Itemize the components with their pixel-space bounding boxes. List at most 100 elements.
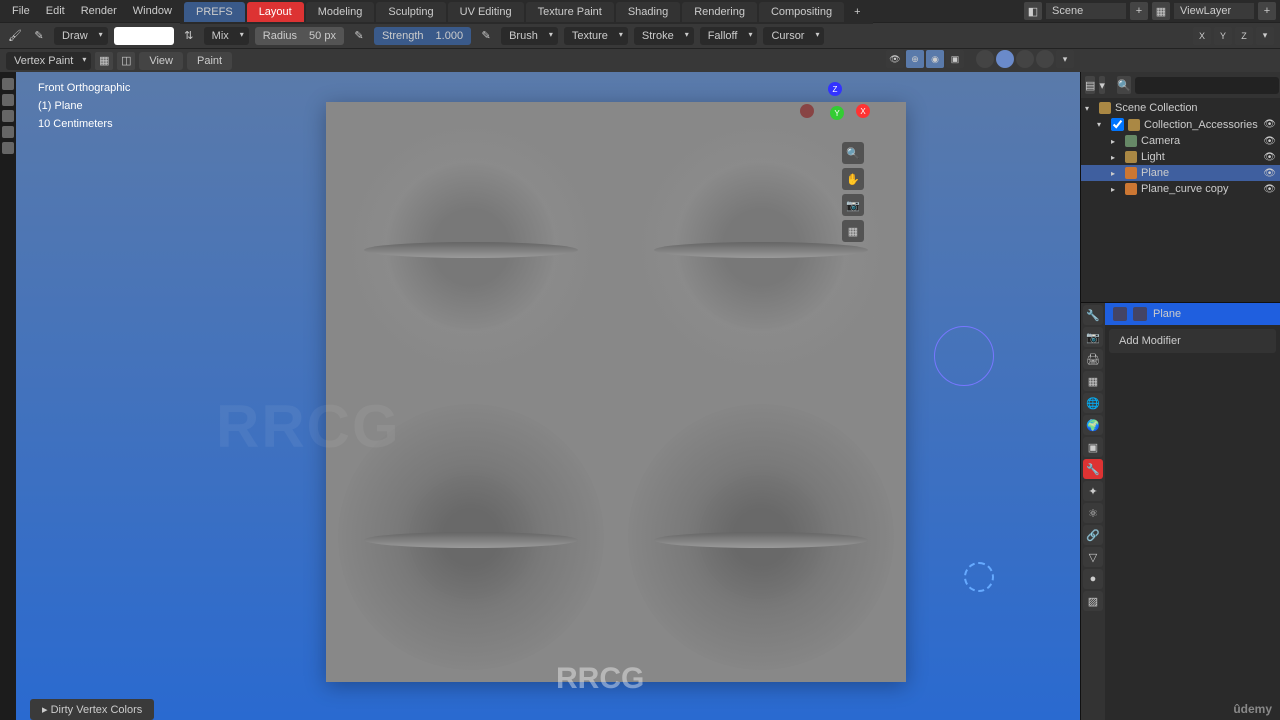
- tool-annotate[interactable]: [2, 142, 14, 154]
- strength-pressure-icon[interactable]: ✎: [477, 27, 495, 45]
- tool-draw[interactable]: [2, 78, 14, 90]
- brush-mode-dropdown[interactable]: Draw: [54, 27, 108, 45]
- toggle-b-icon[interactable]: ◫: [117, 52, 135, 70]
- menu-file[interactable]: File: [4, 2, 38, 20]
- new-viewlayer-button[interactable]: +: [1258, 2, 1276, 20]
- outliner-search-input[interactable]: [1135, 77, 1279, 94]
- mirror-y-toggle[interactable]: Y: [1214, 27, 1232, 45]
- camera-view-icon[interactable]: 📷: [842, 194, 864, 216]
- prop-tab-world[interactable]: 🌍: [1083, 415, 1103, 435]
- add-modifier-button[interactable]: Add Modifier: [1109, 329, 1276, 353]
- shading-solid[interactable]: [996, 50, 1014, 68]
- status-operator[interactable]: Dirty Vertex Colors: [30, 699, 154, 720]
- shading-material[interactable]: [1016, 50, 1034, 68]
- outliner-view-icon[interactable]: ▾: [1099, 76, 1105, 94]
- outliner-plane-curve[interactable]: ▸ Plane_curve copy 👁: [1081, 181, 1280, 197]
- prop-tab-scene[interactable]: 🌐: [1083, 393, 1103, 413]
- disclosure-icon[interactable]: ▸: [1111, 169, 1121, 178]
- disclosure-icon[interactable]: ▸: [1111, 185, 1121, 194]
- tool-smear[interactable]: [2, 126, 14, 138]
- brush-select-icon[interactable]: ✎: [30, 27, 48, 45]
- outliner-scene-collection[interactable]: ▾ Scene Collection: [1081, 100, 1280, 116]
- visibility-toggle-icon[interactable]: 👁: [1263, 136, 1276, 147]
- strength-field[interactable]: Strength 1.000: [374, 27, 471, 45]
- workspace-rendering[interactable]: Rendering: [682, 2, 757, 22]
- color-swatch[interactable]: [114, 27, 174, 45]
- pin-icon[interactable]: [1113, 307, 1127, 321]
- zoom-icon[interactable]: 🔍: [842, 142, 864, 164]
- brush-panel-icon[interactable]: 🖌: [6, 27, 24, 45]
- viewlayer-name-input[interactable]: [1174, 3, 1254, 19]
- disclosure-icon[interactable]: ▾: [1097, 120, 1107, 129]
- disclosure-icon[interactable]: ▾: [1085, 104, 1095, 113]
- shading-options-dropdown[interactable]: ▾: [1056, 50, 1074, 68]
- shading-rendered[interactable]: [1036, 50, 1054, 68]
- xray-toggle[interactable]: ▣: [946, 50, 964, 68]
- viewport-3d[interactable]: Front Orthographic (1) Plane 10 Centimet…: [16, 72, 1080, 720]
- outliner-camera[interactable]: ▸ Camera 👁: [1081, 133, 1280, 149]
- falloff-dropdown[interactable]: Falloff: [700, 27, 758, 45]
- paint-menu[interactable]: Paint: [187, 52, 232, 70]
- color-swap-icon[interactable]: ⇅: [180, 27, 198, 45]
- outliner-collection[interactable]: ▾ Collection_Accessories 👁: [1081, 116, 1280, 133]
- workspace-uv[interactable]: UV Editing: [448, 2, 524, 22]
- workspace-add[interactable]: +: [846, 2, 868, 22]
- texture-dropdown[interactable]: Texture: [564, 27, 628, 45]
- menu-render[interactable]: Render: [73, 2, 125, 20]
- nav-gizmo[interactable]: Z Y X: [810, 82, 860, 132]
- view-menu[interactable]: View: [139, 52, 183, 70]
- options-dropdown[interactable]: ▾: [1256, 27, 1274, 45]
- prop-tab-texture[interactable]: ▨: [1083, 591, 1103, 611]
- scene-name-input[interactable]: [1046, 3, 1126, 19]
- viewlayer-icon[interactable]: ▦: [1152, 2, 1170, 20]
- mirror-z-toggle[interactable]: Z: [1235, 27, 1253, 45]
- outliner-display-mode-icon[interactable]: ▤: [1085, 76, 1095, 94]
- disclosure-icon[interactable]: ▸: [1111, 137, 1121, 146]
- visibility-toggle-icon[interactable]: 👁: [1263, 119, 1276, 130]
- outliner-plane[interactable]: ▸ Plane 👁: [1081, 165, 1280, 181]
- gizmo-z[interactable]: Z: [828, 82, 842, 96]
- workspace-compositing[interactable]: Compositing: [759, 2, 844, 22]
- mode-dropdown[interactable]: Vertex Paint: [6, 52, 91, 70]
- tool-blur[interactable]: [2, 94, 14, 106]
- blend-mode-dropdown[interactable]: Mix: [204, 27, 249, 45]
- visibility-toggle-icon[interactable]: 👁: [1263, 168, 1276, 179]
- workspace-sculpting[interactable]: Sculpting: [376, 2, 445, 22]
- menu-edit[interactable]: Edit: [38, 2, 73, 20]
- prop-tab-render[interactable]: 📷: [1083, 327, 1103, 347]
- toggle-a-icon[interactable]: ▦: [95, 52, 113, 70]
- stroke-dropdown[interactable]: Stroke: [634, 27, 694, 45]
- overlay-toggle[interactable]: ◉: [926, 50, 944, 68]
- tool-average[interactable]: [2, 110, 14, 122]
- selectability-toggle[interactable]: 👁: [886, 50, 904, 68]
- workspace-shading[interactable]: Shading: [616, 2, 680, 22]
- prop-tab-object[interactable]: ▣: [1083, 437, 1103, 457]
- workspace-modeling[interactable]: Modeling: [306, 2, 375, 22]
- prop-tab-data[interactable]: ▽: [1083, 547, 1103, 567]
- visibility-toggle-icon[interactable]: 👁: [1263, 152, 1276, 163]
- workspace-layout[interactable]: Layout: [247, 2, 304, 22]
- menu-window[interactable]: Window: [125, 2, 180, 20]
- radius-field[interactable]: Radius 50 px: [255, 27, 344, 45]
- perspective-toggle-icon[interactable]: ▦: [842, 220, 864, 242]
- outliner-light[interactable]: ▸ Light 👁: [1081, 149, 1280, 165]
- brush-dropdown[interactable]: Brush: [501, 27, 558, 45]
- prop-tab-output[interactable]: 🖨: [1083, 349, 1103, 369]
- prop-tab-constraints[interactable]: 🔗: [1083, 525, 1103, 545]
- radius-pressure-icon[interactable]: ✎: [350, 27, 368, 45]
- visibility-toggle-icon[interactable]: 👁: [1263, 184, 1276, 195]
- new-scene-button[interactable]: +: [1130, 2, 1148, 20]
- pan-icon[interactable]: ✋: [842, 168, 864, 190]
- gizmo-y[interactable]: Y: [830, 106, 844, 120]
- collection-enable-checkbox[interactable]: [1111, 118, 1124, 131]
- workspace-prefs[interactable]: PREFS: [184, 2, 245, 22]
- prop-tab-tool[interactable]: 🔧: [1083, 305, 1103, 325]
- prop-tab-physics[interactable]: ⚛: [1083, 503, 1103, 523]
- mirror-x-toggle[interactable]: X: [1193, 27, 1211, 45]
- shading-wireframe[interactable]: [976, 50, 994, 68]
- scene-icon[interactable]: ◧: [1024, 2, 1042, 20]
- prop-tab-modifier[interactable]: 🔧: [1083, 459, 1103, 479]
- prop-tab-viewlayer[interactable]: ▦: [1083, 371, 1103, 391]
- disclosure-icon[interactable]: ▸: [1111, 153, 1121, 162]
- prop-tab-material[interactable]: ●: [1083, 569, 1103, 589]
